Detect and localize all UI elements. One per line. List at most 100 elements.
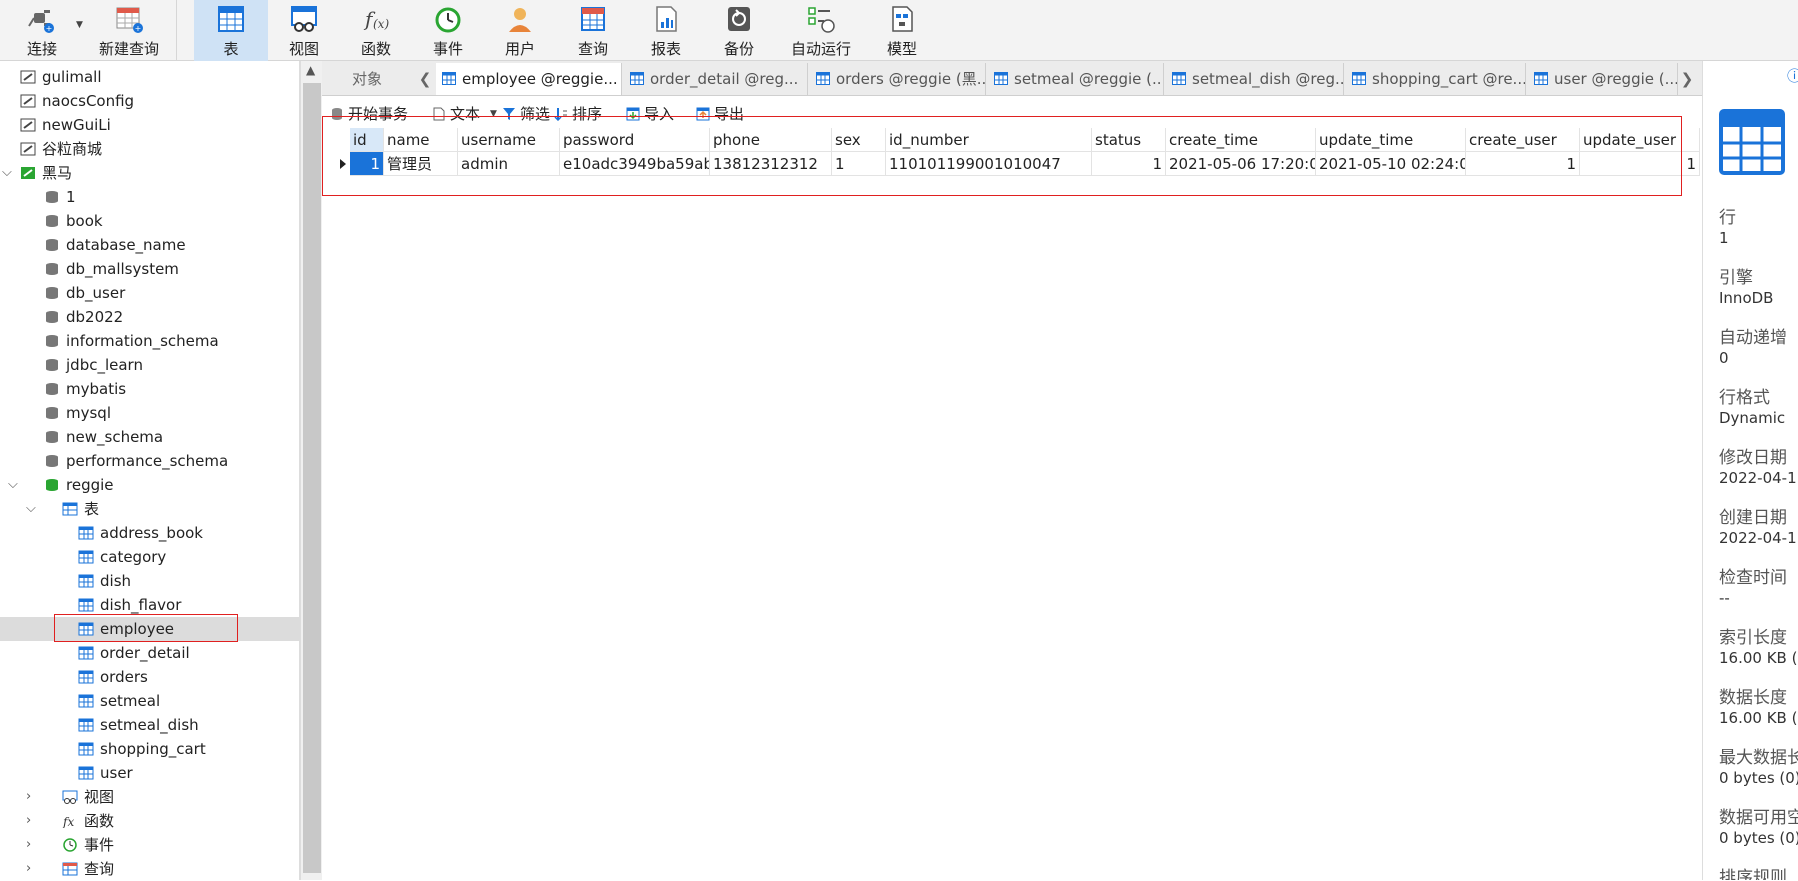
user-icon: [509, 8, 531, 32]
backup-icon: [728, 7, 750, 31]
nav-item-newGuiLi[interactable]: newGuiLi: [0, 113, 300, 137]
nav-item-gulimall[interactable]: gulimall: [0, 65, 300, 89]
user-button[interactable]: 用户: [484, 0, 556, 61]
tab-6[interactable]: user @reggie (...: [1528, 63, 1678, 95]
nav-item-黑马[interactable]: ⌵ 黑马: [0, 161, 300, 185]
report-icon: [656, 6, 677, 32]
nav-item-order_detail[interactable]: order_detail: [0, 641, 300, 665]
chevron-right-icon[interactable]: ›: [26, 785, 40, 809]
nav-item-mybatis[interactable]: mybatis: [0, 377, 300, 401]
nav-item-1[interactable]: 1: [0, 185, 300, 209]
automation-label: 自动运行: [790, 40, 851, 58]
view-icon: [291, 6, 317, 32]
nav-item-label: 表: [84, 500, 100, 518]
nav-item-谷粒商城[interactable]: 谷粒商城: [0, 137, 300, 161]
nav-item-函数[interactable]: › fx 函数: [0, 809, 300, 833]
chevron-down-icon[interactable]: ⌵: [2, 161, 16, 185]
chevron-down-icon[interactable]: ⌵: [26, 497, 40, 521]
info-label: 数据可用空间: [1719, 808, 1798, 828]
nav-item-user[interactable]: user: [0, 761, 300, 785]
automation-icon: [808, 7, 835, 33]
info-label: 行格式: [1719, 388, 1770, 408]
nav-item-information_schema[interactable]: information_schema: [0, 329, 300, 353]
connect-button[interactable]: + 连接: [10, 0, 74, 61]
info-value: Dynamic: [1719, 409, 1786, 427]
tab-3[interactable]: setmeal @reggie (...: [988, 63, 1164, 95]
tab-5[interactable]: shopping_cart @re...: [1346, 63, 1526, 95]
connect-label: 连接: [26, 40, 57, 58]
nav-item-label: mybatis: [66, 380, 127, 398]
new-query-button[interactable]: + 新建查询: [86, 0, 172, 61]
chevron-right-icon[interactable]: ›: [26, 857, 40, 881]
info-label: 引擎: [1719, 268, 1753, 288]
nav-item-shopping_cart[interactable]: shopping_cart: [0, 737, 300, 761]
scroll-up-icon[interactable]: ▲: [306, 63, 315, 77]
tab-objects[interactable]: 对象: [322, 63, 412, 95]
connect-dropdown-icon[interactable]: ▼: [76, 20, 83, 30]
nav-item-label: db2022: [66, 308, 124, 326]
new-query-label: 新建查询: [98, 40, 159, 58]
tab-4[interactable]: setmeal_dish @reg...: [1166, 63, 1344, 95]
nav-item-naocsConfig[interactable]: naocsConfig: [0, 89, 300, 113]
table-button[interactable]: 表: [194, 0, 268, 61]
navigation-scrollbar[interactable]: ▲: [300, 61, 322, 880]
nav-item-视图[interactable]: › 视图: [0, 785, 300, 809]
svg-text:+: +: [46, 24, 53, 33]
svg-text:fx: fx: [62, 815, 74, 828]
nav-item-orders[interactable]: orders: [0, 665, 300, 689]
nav-item-reggie[interactable]: ⌵ reggie: [0, 473, 300, 497]
info-value: 16.00 KB (1: [1719, 649, 1798, 667]
function-button[interactable]: f (x) 函数: [340, 0, 412, 61]
nav-item-new_schema[interactable]: new_schema: [0, 425, 300, 449]
table-icon: [630, 72, 644, 85]
tab-1[interactable]: order_detail @reg...: [624, 63, 808, 95]
info-label: 行: [1719, 208, 1736, 228]
nav-item-label: 黑马: [42, 164, 73, 182]
nav-item-label: book: [66, 212, 103, 230]
tab-label: setmeal @reggie (...: [1014, 70, 1164, 88]
view-button[interactable]: 视图: [268, 0, 340, 61]
tab-0[interactable]: employee @reggie...: [436, 63, 622, 95]
info-value: InnoDB: [1719, 289, 1774, 307]
nav-item-db_user[interactable]: db_user: [0, 281, 300, 305]
nav-item-category[interactable]: category: [0, 545, 300, 569]
model-button[interactable]: 模型: [866, 0, 938, 61]
chevron-right-icon[interactable]: ›: [26, 833, 40, 857]
info-label: 自动递增: [1719, 328, 1787, 348]
event-button[interactable]: 事件: [412, 0, 484, 61]
nav-item-label: 视图: [84, 788, 115, 806]
new-query-icon: +: [116, 7, 143, 33]
nav-item-label: 查询: [84, 860, 115, 878]
table-icon: [442, 72, 456, 85]
nav-item-jdbc_learn[interactable]: jdbc_learn: [0, 353, 300, 377]
query-button[interactable]: 查询: [556, 0, 630, 61]
backup-button[interactable]: 备份: [702, 0, 776, 61]
tab-label: employee @reggie...: [462, 70, 618, 88]
tab-label: user @reggie (...: [1554, 70, 1678, 88]
nav-item-dish[interactable]: dish: [0, 569, 300, 593]
scrollbar-thumb[interactable]: [303, 83, 321, 873]
nav-item-事件[interactable]: › 事件: [0, 833, 300, 857]
nav-item-表[interactable]: ⌵ 表: [0, 497, 300, 521]
chevron-down-icon[interactable]: ⌵: [8, 473, 22, 497]
tab-2[interactable]: orders @reggie (黑...: [810, 63, 986, 95]
info-icon[interactable]: ⓘ: [1787, 65, 1798, 86]
nav-item-setmeal_dish[interactable]: setmeal_dish: [0, 713, 300, 737]
automation-button[interactable]: 自动运行: [776, 0, 866, 61]
nav-item-setmeal[interactable]: setmeal: [0, 689, 300, 713]
nav-item-mysql[interactable]: mysql: [0, 401, 300, 425]
nav-item-database_name[interactable]: database_name: [0, 233, 300, 257]
backup-label: 备份: [723, 40, 754, 58]
view-label: 视图: [288, 40, 319, 58]
nav-item-db_mallsystem[interactable]: db_mallsystem: [0, 257, 300, 281]
chevron-right-icon[interactable]: ›: [26, 809, 40, 833]
info-value: 2022-04-1: [1719, 469, 1797, 487]
nav-item-performance_schema[interactable]: performance_schema: [0, 449, 300, 473]
nav-item-查询[interactable]: › 查询: [0, 857, 300, 881]
report-button[interactable]: 报表: [630, 0, 702, 61]
nav-item-db2022[interactable]: db2022: [0, 305, 300, 329]
tab-scroll-right-icon[interactable]: ❯: [1678, 67, 1696, 91]
tab-scroll-left-icon[interactable]: ❮: [416, 67, 434, 91]
nav-item-address_book[interactable]: address_book: [0, 521, 300, 545]
nav-item-book[interactable]: book: [0, 209, 300, 233]
